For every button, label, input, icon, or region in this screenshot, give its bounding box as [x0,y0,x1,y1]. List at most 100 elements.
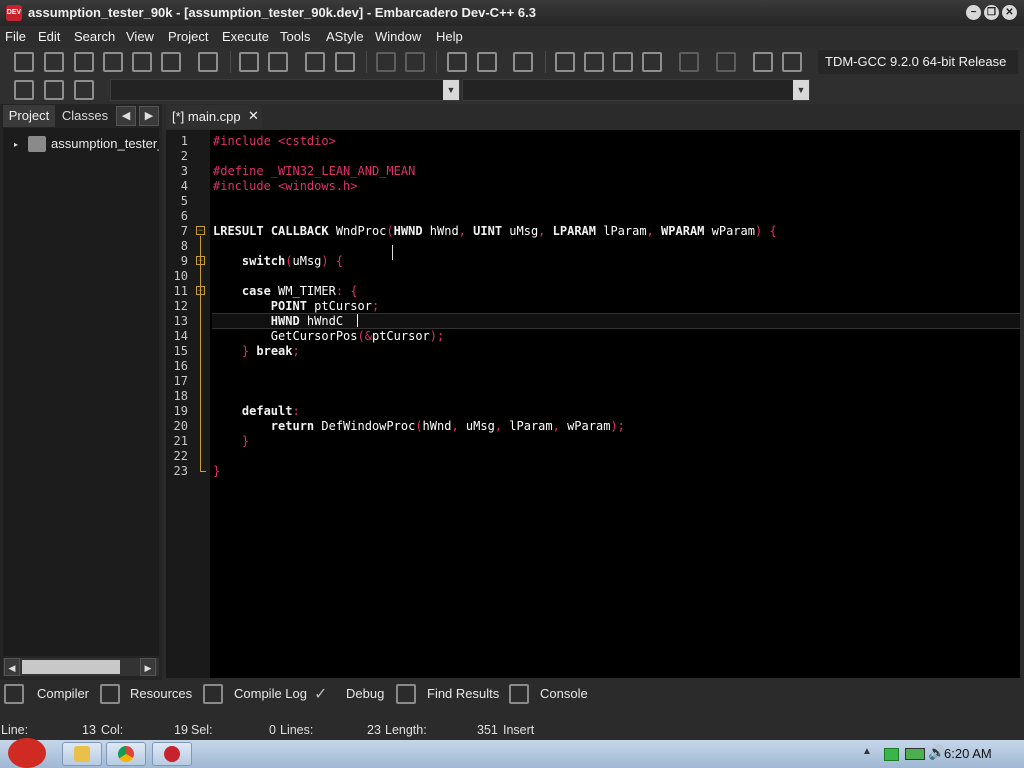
syntax-check-icon[interactable] [679,52,699,72]
menu-execute[interactable]: Execute [222,29,269,44]
code-line[interactable]: GetCursorPos(&ptCursor); [213,329,444,343]
tab-compile-log[interactable]: Compile Log [234,686,307,706]
fold-guide-end [200,471,206,472]
rebuild-all-icon[interactable] [642,52,662,72]
taskbar-explorer[interactable] [62,742,102,766]
run-icon[interactable] [584,52,604,72]
scrollbar-thumb[interactable] [22,660,120,674]
taskbar-devcpp[interactable] [152,742,192,766]
bookmark-icon[interactable] [44,80,64,100]
remove-from-project-icon[interactable] [477,52,497,72]
menu-file[interactable]: File [5,29,26,44]
code-line[interactable]: HWND hWndC [213,314,343,328]
menu-search[interactable]: Search [74,29,115,44]
checkmark-icon: ✓ [314,686,328,703]
save-all-icon[interactable] [103,52,123,72]
tab-console[interactable]: Console [540,686,588,706]
tab-find-results[interactable]: Find Results [427,686,499,706]
tree-item-project[interactable]: assumption_tester_90k [51,136,159,151]
abort-icon[interactable] [716,52,736,72]
code-line[interactable]: LRESULT CALLBACK WndProc(HWND hWnd, UINT… [213,224,777,238]
status-lines-label: Lines: [280,723,314,737]
toolbar-separator [436,51,437,73]
expand-arrow-icon[interactable]: ▸ [14,140,18,149]
redo-icon[interactable] [405,52,425,72]
tab-main-cpp[interactable]: [*] main.cpp ✕ [166,105,262,129]
line-number: 15 [173,344,188,358]
chevron-down-icon[interactable]: ▼ [793,80,809,100]
toolbar-separator [230,51,231,73]
code-line[interactable]: } [213,464,220,478]
compiler-select[interactable]: TDM-GCC 9.2.0 64-bit Release [818,50,1018,74]
tab-debug[interactable]: Debug [346,686,384,706]
profile-icon[interactable] [753,52,773,72]
close-file-icon[interactable] [132,52,152,72]
new-file-icon[interactable] [14,52,34,72]
code-line[interactable]: case WM_TIMER: { [213,284,358,298]
clock[interactable]: 6:20 AM [944,746,992,761]
code-line[interactable]: #define _WIN32_LEAN_AND_MEAN [213,164,415,178]
compile-icon[interactable] [555,52,575,72]
goto-definition-icon[interactable] [14,80,34,100]
toggle-bookmark-icon[interactable] [335,52,355,72]
code-line[interactable]: return DefWindowProc(hWnd, uMsg, lParam,… [213,419,625,433]
close-tab-icon[interactable]: ✕ [248,105,259,127]
line-number: 7 [180,224,188,238]
tab-resources[interactable]: Resources [130,686,192,706]
minimize-button[interactable]: − [966,5,981,20]
code-line[interactable]: #include <cstdio> [213,134,336,148]
find-icon[interactable] [239,52,259,72]
menu-help[interactable]: Help [436,29,463,44]
menu-bar: File Edit Search View Project Execute To… [0,26,1024,48]
menu-tools[interactable]: Tools [280,29,310,44]
delete-profile-icon[interactable] [782,52,802,72]
tab-project[interactable]: Project [3,105,55,127]
chevron-down-icon[interactable]: ▼ [443,80,459,100]
tab-scroll-right-icon[interactable]: ▶ [139,106,159,126]
scroll-right-icon[interactable]: ▶ [140,658,156,676]
scroll-left-icon[interactable]: ◀ [4,658,20,676]
menu-window[interactable]: Window [375,29,421,44]
save-icon[interactable] [74,52,94,72]
tray-expand-icon[interactable]: ▲ [862,746,872,757]
editor-tabs [162,104,1024,130]
tab-classes[interactable]: Classes [58,105,112,127]
project-options-icon[interactable] [513,52,533,72]
tab-scroll-left-icon[interactable]: ◀ [116,106,136,126]
menu-view[interactable]: View [126,29,154,44]
code-line[interactable]: default: [213,404,300,418]
goto-line-icon[interactable] [305,52,325,72]
tray-network-icon[interactable] [884,748,899,761]
menu-astyle[interactable]: AStyle [326,29,364,44]
tab-compiler[interactable]: Compiler [37,686,89,706]
volume-icon[interactable]: 🔊 [928,744,945,761]
code-line[interactable]: switch(uMsg) { [213,254,343,268]
restore-button[interactable]: ❐ [984,5,999,20]
code-line[interactable]: POINT ptCursor; [213,299,379,313]
open-file-icon[interactable] [44,52,64,72]
app-icon: DEV [6,5,22,21]
status-sel-value: 0 [269,723,276,737]
close-all-icon[interactable] [161,52,181,72]
menu-project[interactable]: Project [168,29,208,44]
code-line[interactable]: } break; [213,344,300,358]
line-number: 18 [173,389,188,403]
compile-run-icon[interactable] [613,52,633,72]
replace-icon[interactable] [268,52,288,72]
close-button[interactable]: ✕ [1002,5,1017,20]
folder-icon [74,746,90,762]
undo-icon[interactable] [376,52,396,72]
function-combo[interactable]: ▼ [462,79,810,101]
bookmarks-list-icon[interactable] [74,80,94,100]
menu-edit[interactable]: Edit [38,29,60,44]
code-line[interactable]: } [213,434,249,448]
project-tree [3,128,159,656]
add-to-project-icon[interactable] [447,52,467,72]
code-line[interactable]: #include <windows.h> [213,179,358,193]
fold-marker-icon[interactable]: − [196,226,205,235]
start-button-icon[interactable] [8,738,46,768]
class-combo[interactable]: ▼ [110,79,460,101]
taskbar-chrome[interactable] [106,742,146,766]
print-icon[interactable] [198,52,218,72]
battery-icon[interactable] [905,748,925,760]
